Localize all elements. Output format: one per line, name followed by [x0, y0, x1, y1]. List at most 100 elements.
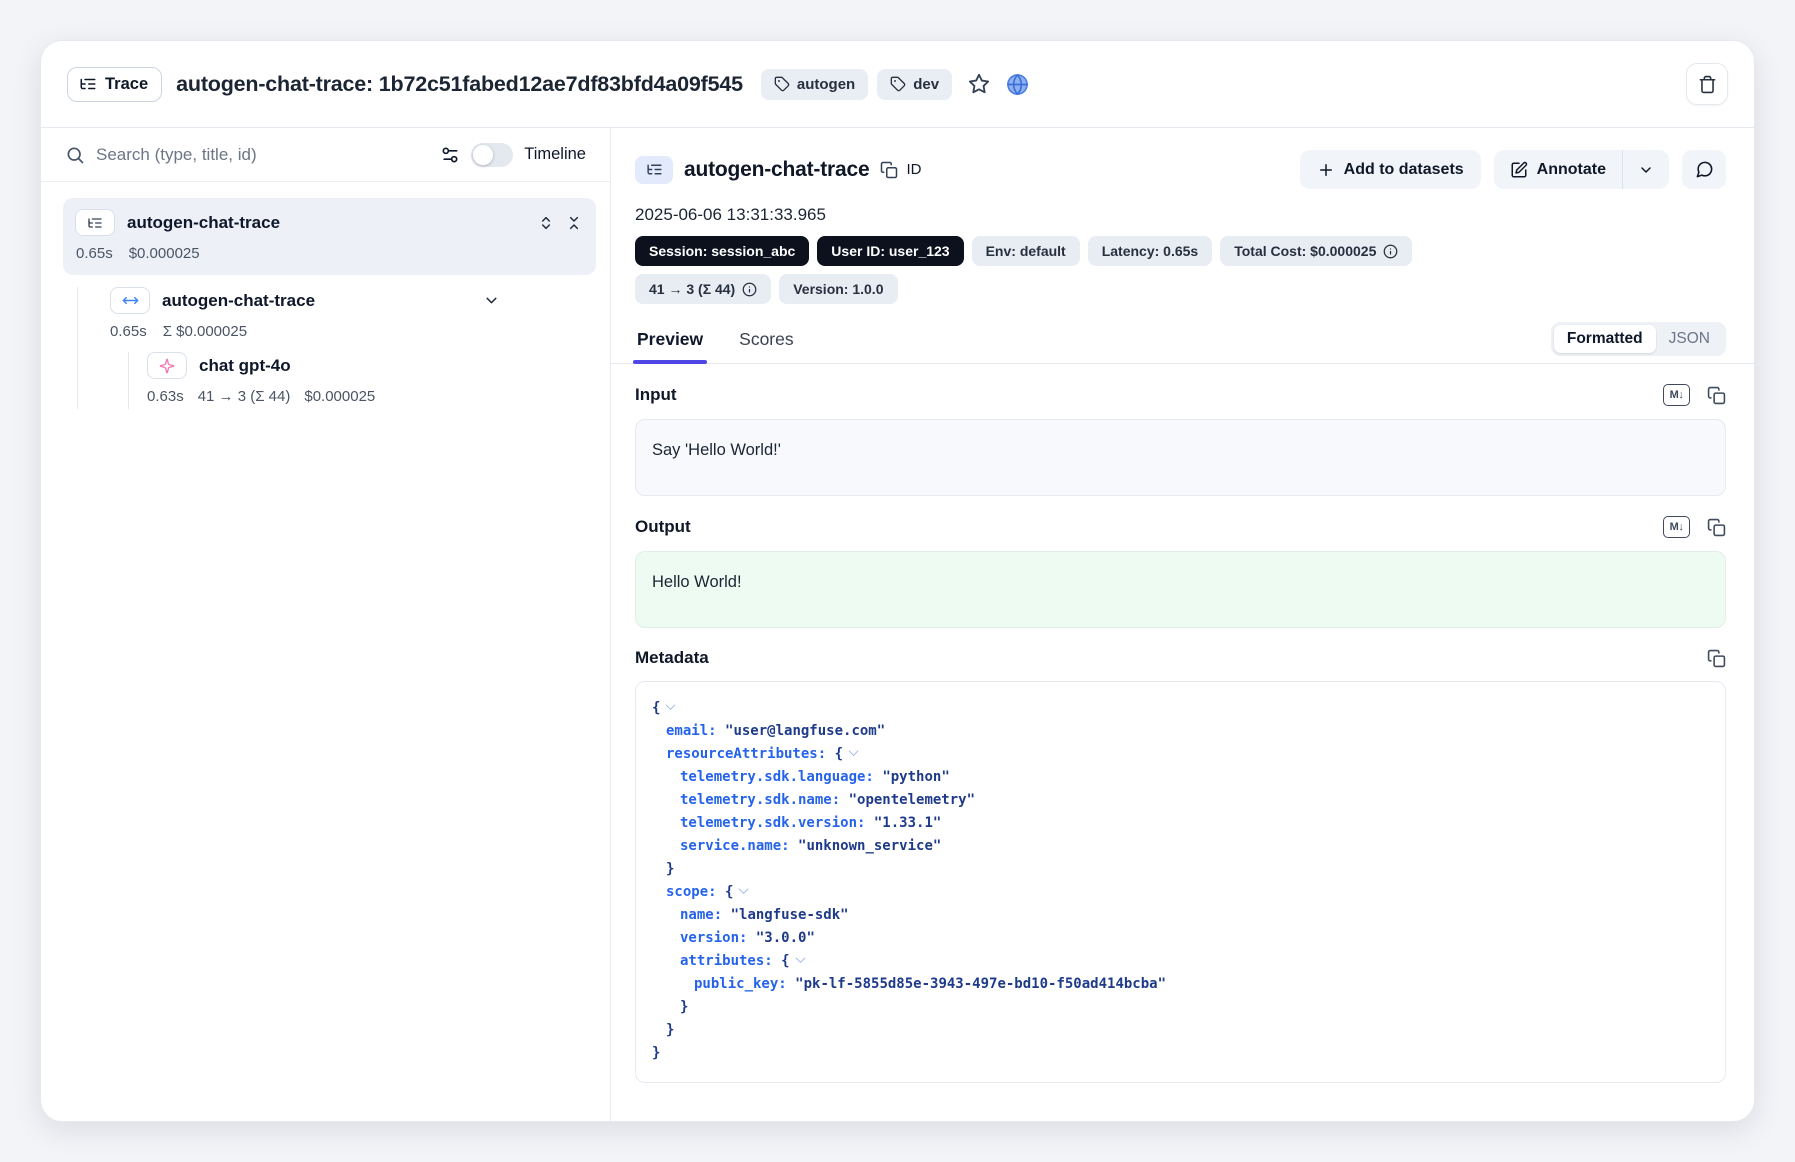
copy-icon[interactable] — [1707, 518, 1726, 537]
session-badge[interactable]: Session: session_abc — [635, 236, 809, 266]
json-line: resourceAttributes: { — [652, 743, 1709, 766]
tree-children: autogen-chat-trace 0.65s Σ $0.000025 — [77, 287, 596, 409]
output-content: Hello World! — [635, 551, 1726, 628]
trace-type-label: Trace — [105, 75, 148, 94]
collapse-chevron-icon[interactable] — [739, 884, 749, 894]
node-cost: Σ $0.000025 — [163, 323, 247, 340]
info-icon[interactable] — [1383, 244, 1398, 259]
metadata-section-header: Metadata — [635, 648, 1726, 668]
json-line: telemetry.sdk.version: "1.33.1" — [652, 812, 1709, 835]
tree-search-row: Timeline — [41, 128, 610, 182]
detail-title: autogen-chat-trace — [684, 158, 869, 182]
badge-row-2: 41 → 3 (Σ 44) Version: 1.0.0 — [635, 274, 1726, 304]
trace-detail-panel: autogen-chat-trace ID Add to datasets — [611, 128, 1754, 1121]
timeline-toggle[interactable] — [471, 143, 513, 167]
json-line: { — [652, 697, 1709, 720]
list-tree-icon — [79, 75, 97, 93]
copy-id-icon[interactable] — [880, 161, 898, 179]
json-line: telemetry.sdk.name: "opentelemetry" — [652, 789, 1709, 812]
user-badge[interactable]: User ID: user_123 — [817, 236, 963, 266]
tag-autogen[interactable]: autogen — [761, 69, 868, 100]
delete-trace-button[interactable] — [1686, 63, 1728, 105]
trace-timestamp: 2025-06-06 13:31:33.965 — [635, 205, 1726, 225]
add-to-datasets-button[interactable]: Add to datasets — [1300, 150, 1481, 189]
node-latency: 0.65s — [110, 323, 147, 340]
total-cost-badge: Total Cost: $0.000025 — [1220, 236, 1412, 266]
output-label: Output — [635, 517, 691, 537]
input-section-header: Input M↓ — [635, 384, 1726, 406]
format-toggle-json[interactable]: JSON — [1656, 325, 1723, 353]
markdown-toggle-icon[interactable]: M↓ — [1663, 516, 1690, 538]
markdown-toggle-icon[interactable]: M↓ — [1663, 384, 1690, 406]
annotate-menu-button[interactable] — [1623, 150, 1669, 189]
detail-title-row: autogen-chat-trace ID Add to datasets — [635, 150, 1726, 189]
tree-children: chat gpt-4o 0.63s 41 → 3 (Σ 44) $0.00002… — [128, 352, 596, 409]
json-line: } — [652, 1019, 1709, 1042]
node-latency: 0.65s — [76, 245, 113, 262]
trace-detail-window: Trace autogen-chat-trace: 1b72c51fabed12… — [40, 40, 1755, 1122]
tree-node-span[interactable]: autogen-chat-trace 0.65s Σ $0.000025 — [110, 287, 596, 340]
format-toggle: Formatted JSON — [1551, 322, 1726, 356]
tag-label: autogen — [797, 76, 855, 93]
expand-all-icon[interactable] — [538, 215, 554, 231]
search-input[interactable] — [96, 145, 429, 165]
trace-type-badge: Trace — [67, 67, 162, 102]
detail-actions: Add to datasets Annotate — [1300, 150, 1726, 189]
trace-node-badge — [75, 209, 115, 236]
node-cost: $0.000025 — [129, 245, 200, 262]
info-icon[interactable] — [742, 282, 757, 297]
json-line: telemetry.sdk.language: "python" — [652, 766, 1709, 789]
comments-button[interactable] — [1682, 150, 1726, 189]
tree-node-label: chat gpt-4o — [199, 356, 291, 376]
tree-node-generation[interactable]: chat gpt-4o 0.63s 41 → 3 (Σ 44) $0.00002… — [147, 352, 596, 405]
tag-icon — [890, 76, 906, 92]
metadata-json: {email: "user@langfuse.com"resourceAttri… — [635, 681, 1726, 1083]
view-settings-icon[interactable] — [440, 145, 460, 165]
json-line: service.name: "unknown_service" — [652, 835, 1709, 858]
env-badge: Env: default — [972, 236, 1080, 266]
token-usage-badge: 41 → 3 (Σ 44) — [635, 274, 771, 304]
json-line: email: "user@langfuse.com" — [652, 720, 1709, 743]
version-badge: Version: 1.0.0 — [779, 274, 897, 304]
node-cost: $0.000025 — [304, 388, 375, 405]
format-toggle-formatted[interactable]: Formatted — [1554, 325, 1656, 353]
collapse-chevron-icon[interactable] — [849, 746, 859, 756]
badge-row-1: Session: session_abc User ID: user_123 E… — [635, 236, 1726, 266]
trace-tree-panel: Timeline autogen-chat-trace — [41, 128, 611, 1121]
generation-node-badge — [147, 352, 187, 379]
node-latency: 0.63s — [147, 388, 184, 405]
star-icon[interactable] — [968, 73, 990, 95]
json-line: version: "3.0.0" — [652, 927, 1709, 950]
trace-tree: autogen-chat-trace 0.65s — [41, 182, 610, 409]
tree-node-label: autogen-chat-trace — [162, 291, 315, 311]
annotate-split-button: Annotate — [1494, 150, 1669, 189]
chevron-down-icon — [1638, 162, 1654, 178]
span-node-badge — [110, 287, 150, 314]
copy-icon[interactable] — [1707, 649, 1726, 668]
tag-list: autogen dev — [761, 69, 952, 100]
input-label: Input — [635, 385, 677, 405]
json-line: name: "langfuse-sdk" — [652, 904, 1709, 927]
json-line: } — [652, 1042, 1709, 1065]
tag-icon — [774, 76, 790, 92]
chevron-down-icon[interactable] — [483, 292, 500, 309]
id-label: ID — [906, 161, 921, 178]
copy-icon[interactable] — [1707, 386, 1726, 405]
edit-icon — [1510, 161, 1528, 179]
output-section-header: Output M↓ — [635, 516, 1726, 538]
latency-badge: Latency: 0.65s — [1088, 236, 1213, 266]
collapse-chevron-icon[interactable] — [795, 953, 805, 963]
annotate-button[interactable]: Annotate — [1494, 150, 1622, 189]
page-title: autogen-chat-trace: 1b72c51fabed12ae7df8… — [176, 72, 743, 97]
json-line: } — [652, 996, 1709, 1019]
tab-scores[interactable]: Scores — [737, 327, 795, 363]
collapse-all-icon[interactable] — [566, 215, 582, 231]
annotate-label: Annotate — [1537, 161, 1606, 179]
tree-node-trace[interactable]: autogen-chat-trace 0.65s — [63, 198, 596, 275]
globe-icon[interactable] — [1006, 73, 1029, 96]
json-line: attributes: { — [652, 950, 1709, 973]
input-content: Say 'Hello World!' — [635, 419, 1726, 496]
tab-preview[interactable]: Preview — [635, 327, 705, 363]
collapse-chevron-icon[interactable] — [666, 700, 676, 710]
tag-dev[interactable]: dev — [877, 69, 952, 100]
